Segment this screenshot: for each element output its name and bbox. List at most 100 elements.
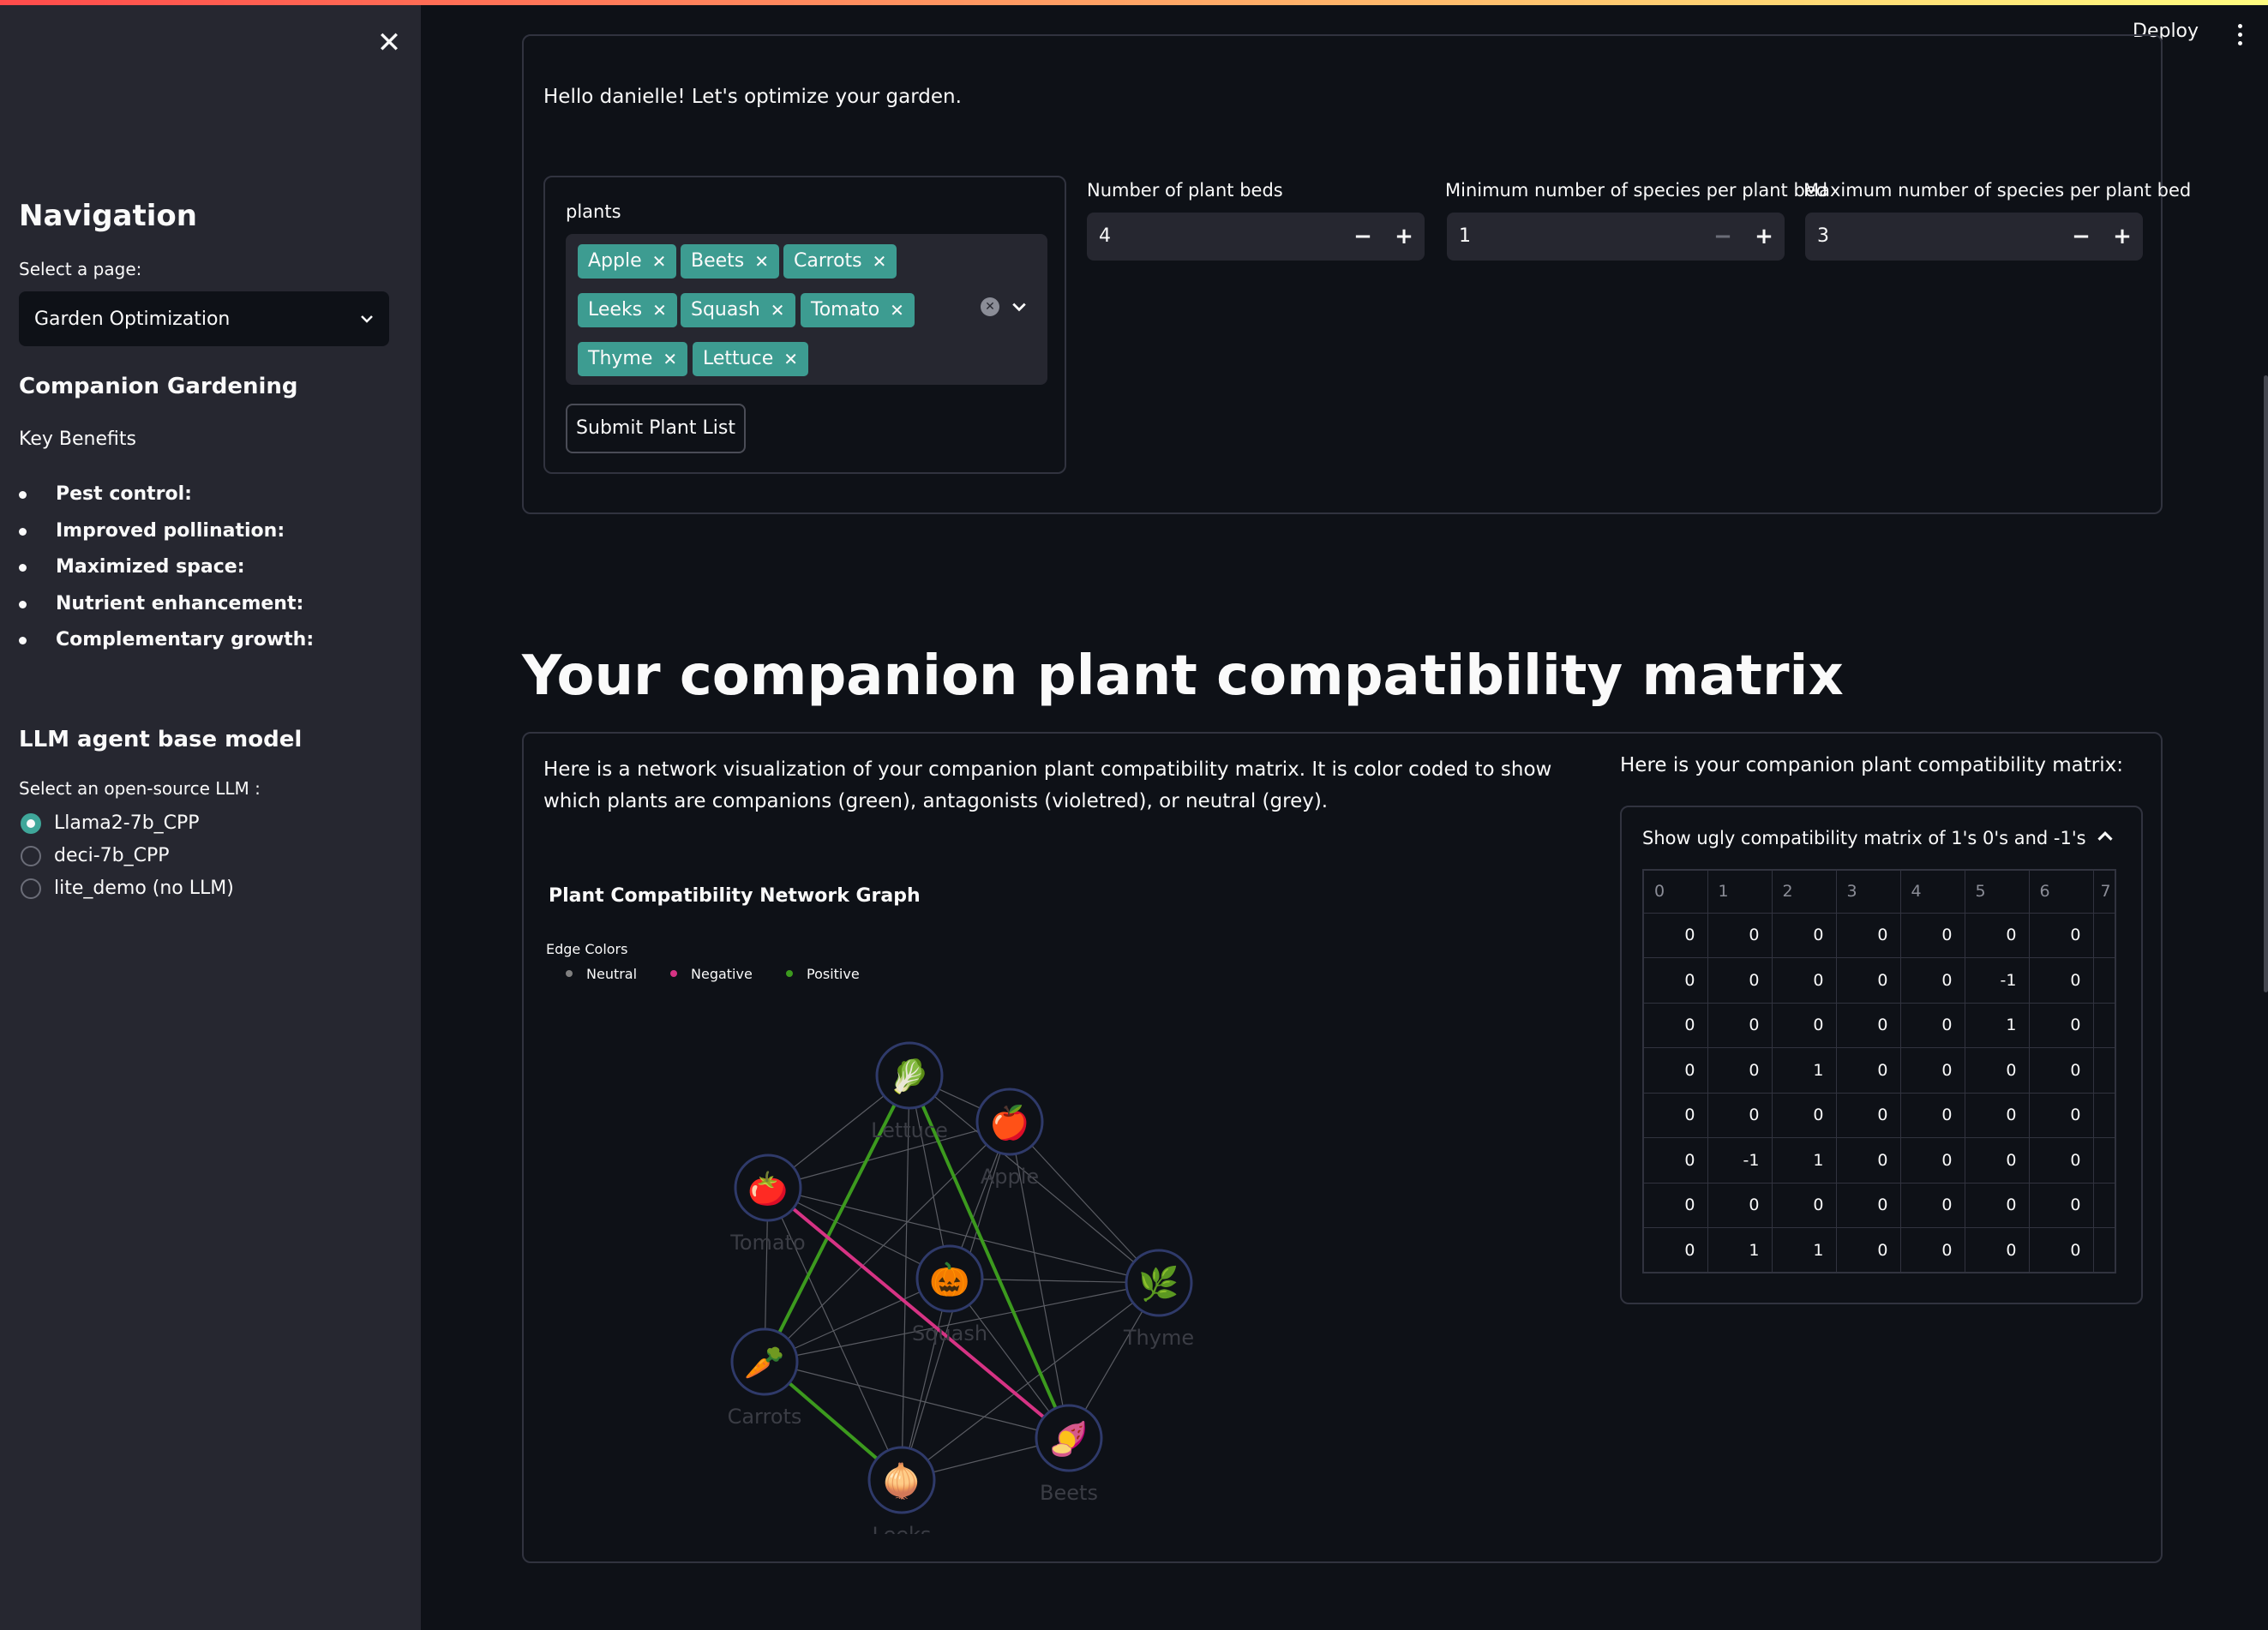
decrement-icon[interactable]: − xyxy=(1702,213,1743,261)
decrement-icon[interactable]: − xyxy=(2061,213,2102,261)
table-row: 0110000 xyxy=(1643,1227,2116,1273)
max-species-value[interactable]: 3 xyxy=(1817,225,1829,247)
matrix-cell: 0 xyxy=(1965,1047,2030,1094)
matrix-cell: 1 xyxy=(1707,1227,1773,1273)
column-header: 6 xyxy=(2029,870,2094,914)
remove-tag-icon[interactable]: ✕ xyxy=(652,293,667,327)
table-row: 0010000 xyxy=(1643,1047,2116,1094)
beds-value[interactable]: 4 xyxy=(1099,225,1111,247)
max-species-number-input[interactable]: 3 − + xyxy=(1805,213,2143,261)
chevron-down-icon[interactable] xyxy=(1011,299,1027,315)
carrots-icon: 🥕 xyxy=(744,1344,784,1381)
plants-multiselect[interactable]: Apple ✕ Beets ✕ Carrots ✕ Leeks ✕ Squash ✕ To… xyxy=(566,234,1047,385)
matrix-cell: 0 xyxy=(1965,913,2030,958)
remove-tag-icon[interactable]: ✕ xyxy=(771,293,785,327)
radio-llama2[interactable]: Llama2-7b_CPP xyxy=(21,812,200,834)
table-row: 0 0 0 0 0 -1 0 xyxy=(1643,957,2116,1004)
plant-tag[interactable]: Squash ✕ xyxy=(681,293,795,327)
benefit-item: Improved pollination: xyxy=(19,518,314,555)
squash-icon: 🎃 xyxy=(929,1261,969,1298)
matrix-cell: 0 xyxy=(1643,1183,1708,1228)
matrix-cell: 0 xyxy=(1643,913,1708,958)
clear-all-icon[interactable]: ✕ xyxy=(981,297,999,316)
expander-title[interactable]: Show ugly compatibility matrix of 1's 0'… xyxy=(1642,828,2086,848)
plant-tag[interactable]: Beets ✕ xyxy=(681,244,780,279)
leeks-icon: 🧅 xyxy=(881,1461,921,1501)
plant-tag[interactable]: Lettuce ✕ xyxy=(693,342,808,376)
beds-number-input[interactable]: 4 − + xyxy=(1087,213,1425,261)
close-sidebar-icon[interactable]: ✕ xyxy=(374,27,405,58)
legend-label: Positive xyxy=(807,966,860,982)
matrix-cell: 0 xyxy=(1900,913,1965,958)
plant-tag[interactable]: Thyme ✕ xyxy=(578,342,688,376)
min-species-number-input[interactable]: 1 − + xyxy=(1447,213,1785,261)
graph-node[interactable]: Leeks 🧅 xyxy=(867,1446,936,1534)
remove-tag-icon[interactable]: ✕ xyxy=(890,293,904,327)
matrix-cell: 0 xyxy=(1707,1047,1773,1094)
table-row: 0000000 xyxy=(1643,1093,2116,1138)
remove-tag-icon[interactable]: ✕ xyxy=(652,244,667,279)
matrix-cell: 0 xyxy=(1643,957,1708,1004)
remove-tag-icon[interactable]: ✕ xyxy=(663,342,677,376)
matrix-cell xyxy=(2093,1183,2116,1228)
node-label: Leeks xyxy=(873,1523,932,1534)
matrix-cell xyxy=(2093,1227,2116,1273)
increment-icon[interactable]: + xyxy=(1743,213,1785,261)
matrix-cell: 0 xyxy=(1900,1093,1965,1138)
benefit-item: Complementary growth: xyxy=(19,627,314,664)
main-menu-icon[interactable] xyxy=(2237,24,2244,46)
graph-node[interactable]: Beets 🍠 xyxy=(1035,1404,1103,1505)
plant-tag[interactable]: Apple ✕ xyxy=(578,244,677,279)
matrix-cell: 0 xyxy=(2029,1183,2094,1228)
tomato-icon: 🍅 xyxy=(747,1170,788,1208)
lettuce-icon: 🥬 xyxy=(889,1058,929,1095)
plant-tag[interactable]: Tomato ✕ xyxy=(801,293,915,327)
benefit-item: Pest control: xyxy=(19,482,314,518)
graph-node[interactable]: Squash 🎃 xyxy=(912,1244,987,1345)
llm-select-label: Select an open-source LLM : xyxy=(19,778,261,799)
greeting-text: Hello danielle! Let's optimize your gard… xyxy=(543,86,962,108)
radio-label: lite_demo (no LLM) xyxy=(54,878,234,899)
node-label: Carrots xyxy=(728,1405,802,1429)
graph-node[interactable]: Lettuce 🥬 xyxy=(871,1041,948,1142)
decrement-icon[interactable]: − xyxy=(1342,213,1383,261)
page-select[interactable]: Garden Optimization xyxy=(19,291,389,346)
increment-icon[interactable]: + xyxy=(2102,213,2143,261)
plant-tag[interactable]: Carrots ✕ xyxy=(783,244,897,279)
matrix-cell: -1 xyxy=(1707,1137,1773,1184)
table-row: 0 -1 1 0 0 0 0 xyxy=(1643,1137,2116,1184)
scrollbar[interactable] xyxy=(2264,375,2268,992)
graph-node[interactable]: Carrots 🥕 xyxy=(728,1327,802,1429)
column-header: 2 xyxy=(1772,870,1837,914)
graph-legend: Neutral Negative Positive xyxy=(566,966,860,982)
matrix-cell: 0 xyxy=(1900,1227,1965,1273)
matrix-cell: 0 xyxy=(1643,1003,1708,1048)
matrix-cell: 0 xyxy=(1707,1003,1773,1048)
column-header: 7 xyxy=(2093,870,2116,914)
matrix-cell: 0 xyxy=(1900,957,1965,1004)
matrix-cell xyxy=(2093,1003,2116,1048)
legend-marker xyxy=(670,970,677,977)
graph-node[interactable]: Tomato 🍅 xyxy=(729,1154,806,1255)
chevron-up-icon[interactable] xyxy=(2097,828,2114,845)
plant-tag-label: Lettuce xyxy=(703,348,774,369)
plant-tag-label: Apple xyxy=(588,250,642,272)
min-species-value[interactable]: 1 xyxy=(1459,225,1471,247)
table-header-row: 01234567 xyxy=(1643,870,2116,914)
plant-tag-label: Tomato xyxy=(811,299,880,321)
graph-node[interactable]: Thyme 🌿 xyxy=(1123,1249,1194,1350)
network-graph[interactable]: Plant Compatibility Network Graph Edge C… xyxy=(543,866,1401,1534)
graph-node[interactable]: Apple 🍎 xyxy=(975,1088,1044,1189)
remove-tag-icon[interactable]: ✕ xyxy=(783,342,798,376)
increment-icon[interactable]: + xyxy=(1383,213,1425,261)
radio-deci[interactable]: deci-7b_CPP xyxy=(21,845,170,866)
matrix-cell: 0 xyxy=(1707,957,1773,1004)
column-header: 3 xyxy=(1836,870,1901,914)
remove-tag-icon[interactable]: ✕ xyxy=(873,244,887,279)
plant-tag[interactable]: Leeks ✕ xyxy=(578,293,677,327)
matrix-cell: 0 xyxy=(1836,1093,1901,1138)
submit-plant-list-button[interactable]: Submit Plant List xyxy=(566,404,746,453)
radio-lite-demo[interactable]: lite_demo (no LLM) xyxy=(21,878,234,899)
remove-tag-icon[interactable]: ✕ xyxy=(754,244,769,279)
matrix-cell: -1 xyxy=(1965,957,2030,1004)
